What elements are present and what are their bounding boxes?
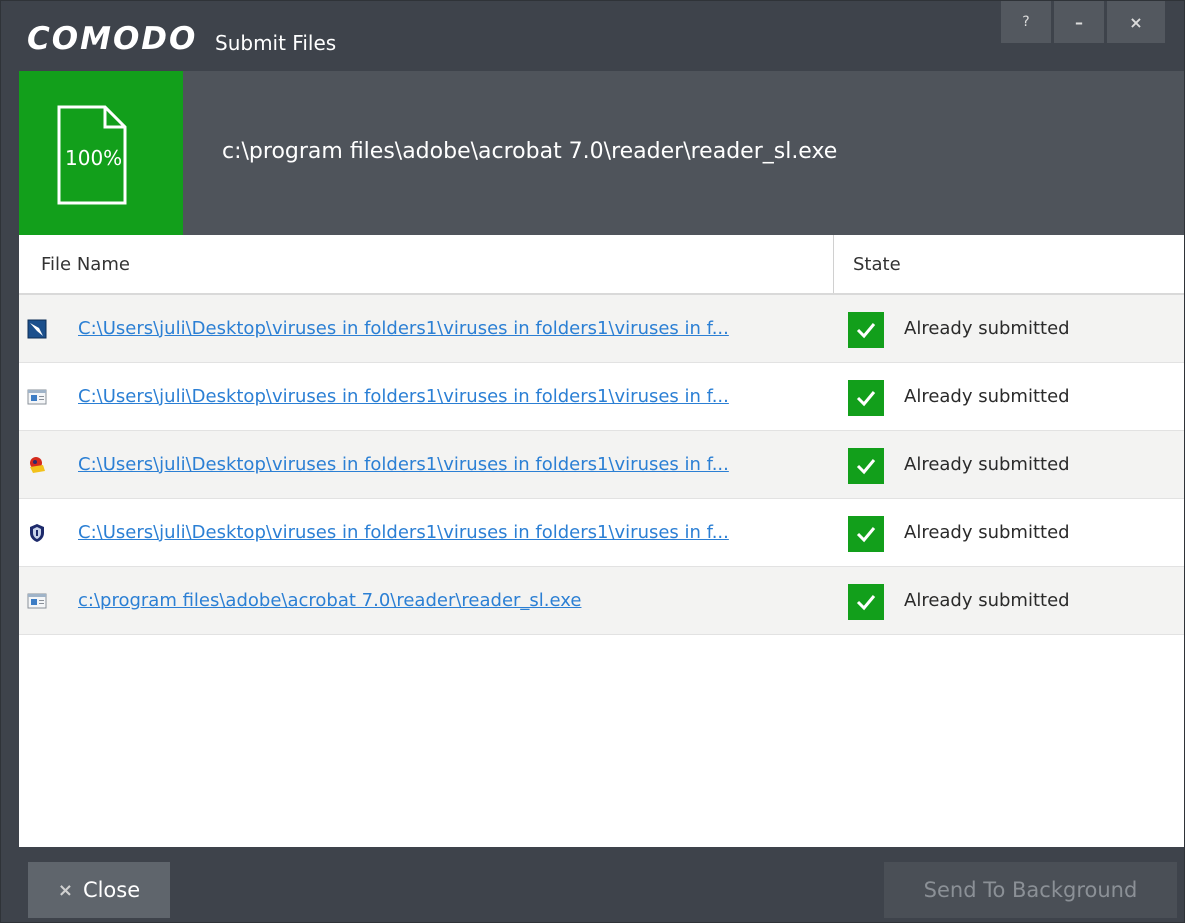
check-icon xyxy=(848,380,884,416)
table-header: File Name State xyxy=(19,235,1184,295)
title-bar[interactable]: COMODO Submit Files ? – × xyxy=(1,1,1184,71)
state-label: Already submitted xyxy=(904,386,1070,407)
window-app-icon xyxy=(27,389,47,405)
state-label: Already submitted xyxy=(904,454,1070,475)
shield-app-icon xyxy=(30,524,44,542)
column-separator[interactable] xyxy=(833,235,834,293)
state-label: Already submitted xyxy=(904,318,1070,339)
column-header-state[interactable]: State xyxy=(853,235,901,293)
check-icon xyxy=(848,448,884,484)
submit-files-window: COMODO Submit Files ? – × 100% c:\progra… xyxy=(0,0,1185,923)
current-file-path: c:\program files\adobe\acrobat 7.0\reade… xyxy=(222,139,838,164)
table-row[interactable]: C:\Users\juli\Desktop\viruses in folders… xyxy=(19,363,1184,431)
progress-tile: 100% xyxy=(19,71,183,235)
window-title: Submit Files xyxy=(215,31,337,55)
table-row[interactable]: C:\Users\juli\Desktop\viruses in folders… xyxy=(19,431,1184,499)
state-label: Already submitted xyxy=(904,590,1070,611)
table-row[interactable]: C:\Users\juli\Desktop\viruses in folders… xyxy=(19,295,1184,363)
red-yellow-app-icon xyxy=(30,457,45,473)
check-icon xyxy=(848,584,884,620)
progress-header: 100% c:\program files\adobe\acrobat 7.0\… xyxy=(19,71,1184,235)
window-app-icon xyxy=(27,593,47,609)
submitted-files-table: File Name State C:\Users\juli\Desktop\vi… xyxy=(19,235,1184,847)
table-row[interactable]: c:\program files\adobe\acrobat 7.0\reade… xyxy=(19,567,1184,635)
send-to-background-button[interactable]: Send To Background xyxy=(884,862,1177,918)
file-path-link[interactable]: c:\program files\adobe\acrobat 7.0\reade… xyxy=(78,587,833,615)
file-path-link[interactable]: C:\Users\juli\Desktop\viruses in folders… xyxy=(78,519,833,547)
footer-bar: × Close Send To Background xyxy=(1,847,1184,922)
file-path-link[interactable]: C:\Users\juli\Desktop\viruses in folders… xyxy=(78,451,833,479)
check-icon xyxy=(848,516,884,552)
comodo-logo: COMODO xyxy=(27,21,198,57)
table-row[interactable]: C:\Users\juli\Desktop\viruses in folders… xyxy=(19,499,1184,567)
state-label: Already submitted xyxy=(904,522,1070,543)
table-rows: C:\Users\juli\Desktop\viruses in folders… xyxy=(19,295,1184,635)
close-window-button[interactable]: × xyxy=(1107,1,1165,43)
help-button[interactable]: ? xyxy=(1001,1,1051,43)
file-path-link[interactable]: C:\Users\juli\Desktop\viruses in folders… xyxy=(78,383,833,411)
column-header-file-name[interactable]: File Name xyxy=(41,235,130,293)
close-button[interactable]: × Close xyxy=(28,862,170,918)
progress-percent: 100% xyxy=(65,146,123,170)
close-icon: × xyxy=(57,879,73,901)
check-icon xyxy=(848,312,884,348)
blue-app-icon xyxy=(27,319,47,339)
close-button-label: Close xyxy=(82,878,141,902)
file-path-link[interactable]: C:\Users\juli\Desktop\viruses in folders… xyxy=(78,315,833,343)
minimize-button[interactable]: – xyxy=(1054,1,1104,43)
